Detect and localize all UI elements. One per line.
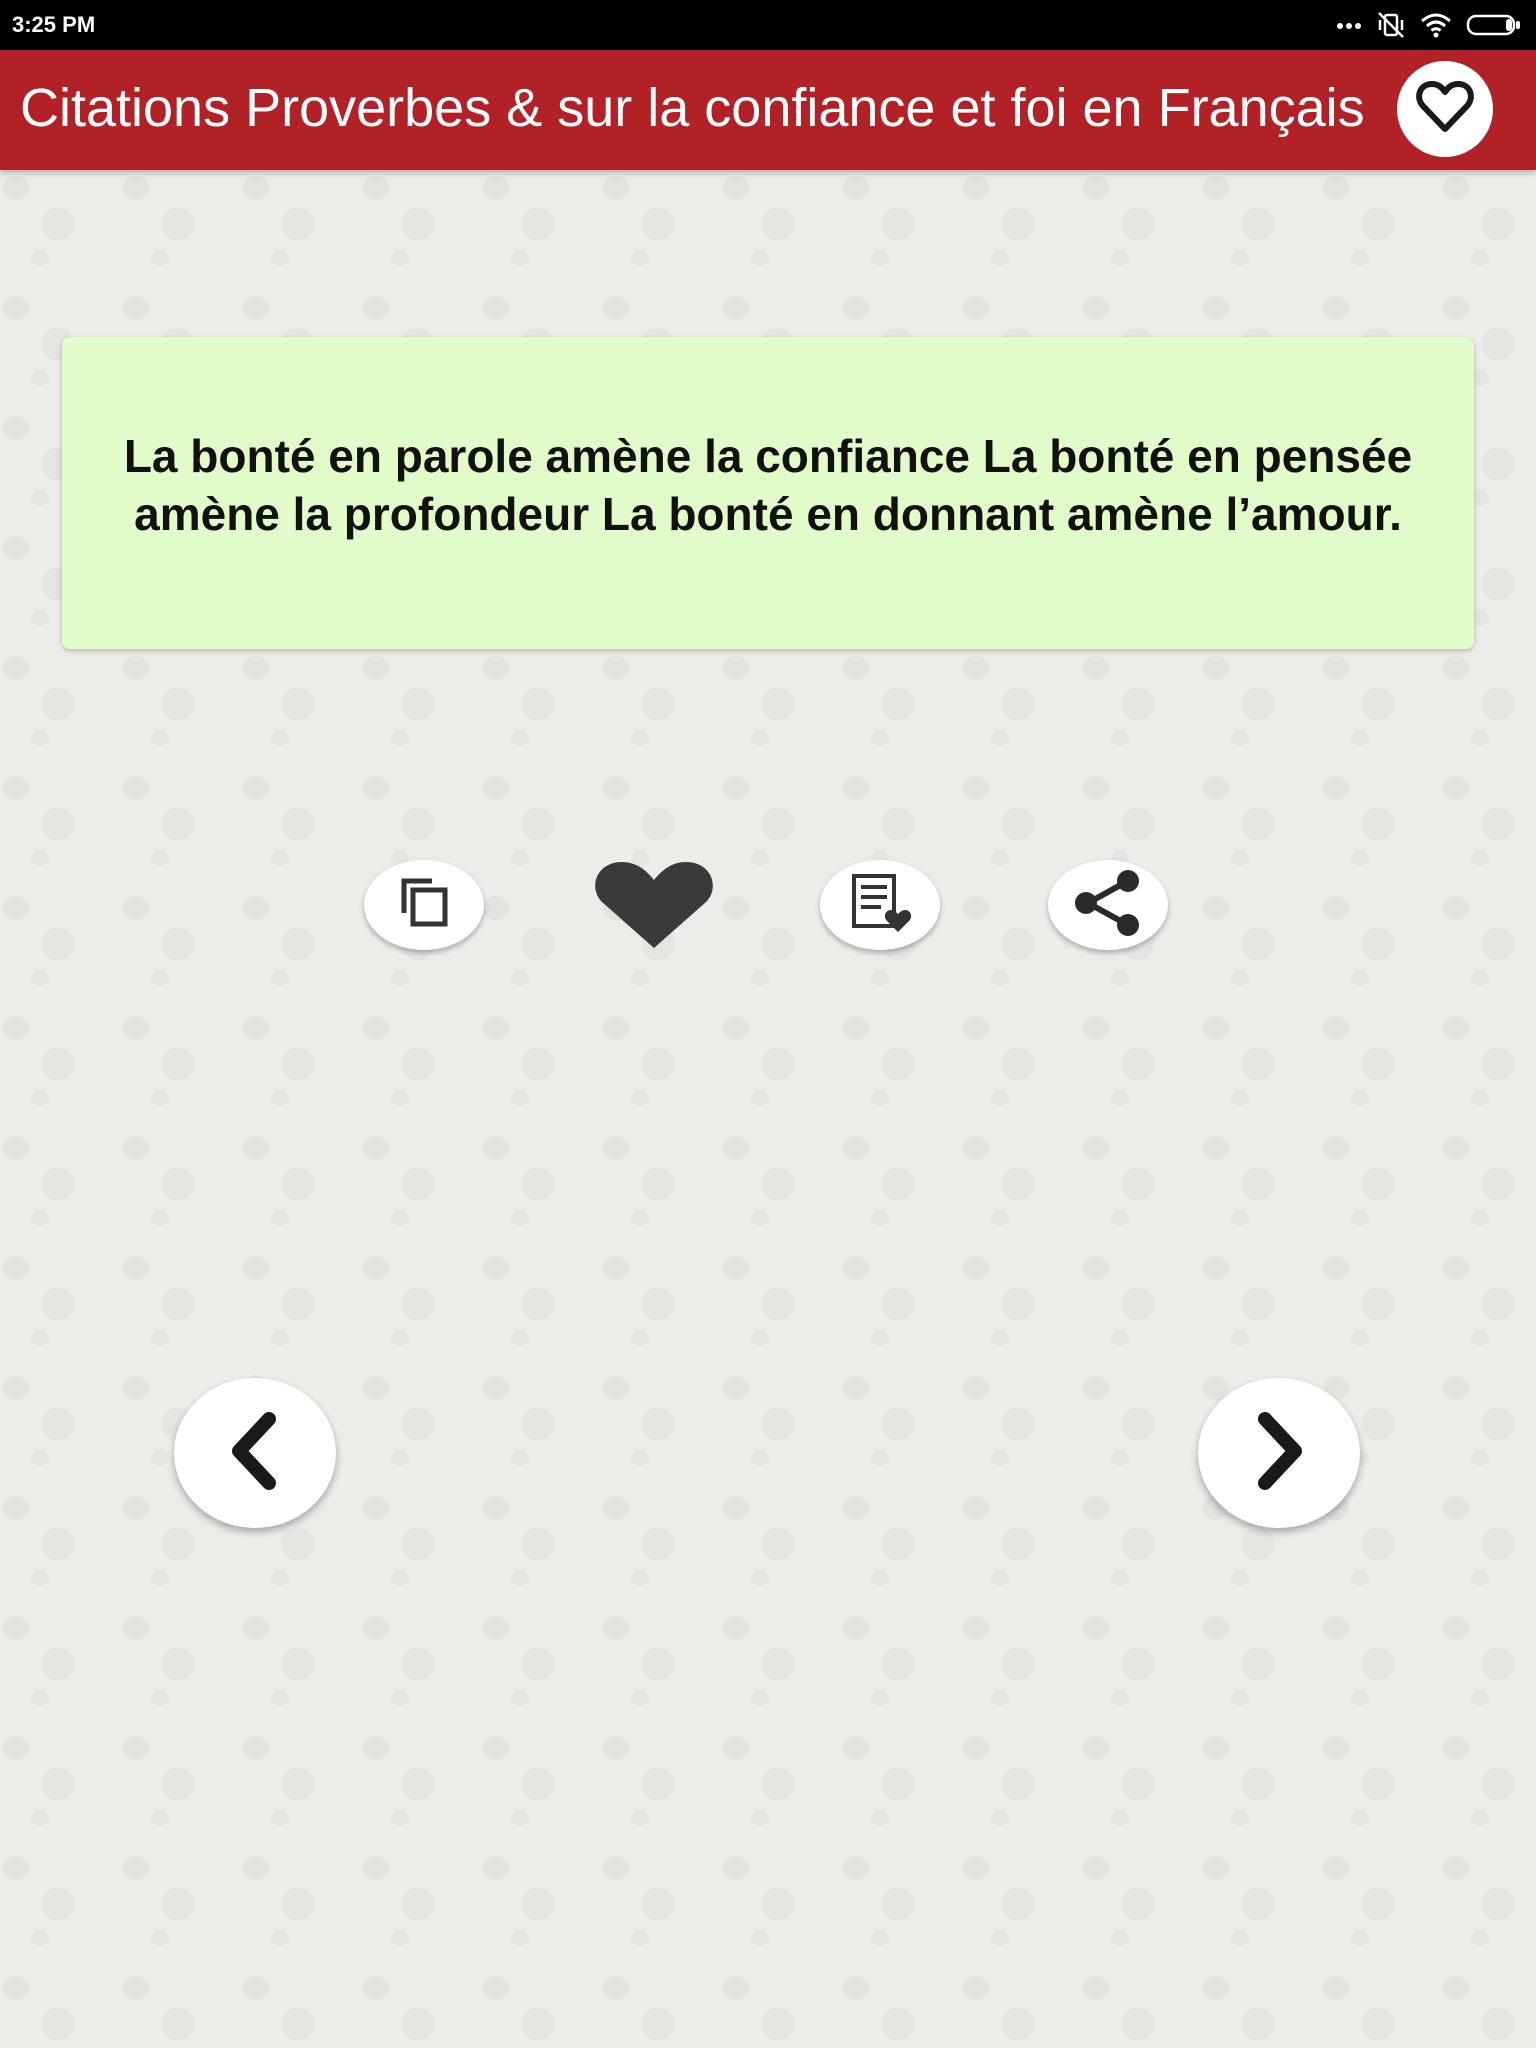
favorites-list-button[interactable] xyxy=(820,860,940,950)
share-icon xyxy=(1068,868,1148,943)
chevron-right-icon xyxy=(1249,1411,1309,1496)
heart-outline-icon xyxy=(1416,80,1474,138)
app-title: Citations Proverbes & sur la confiance e… xyxy=(20,78,1365,138)
battery-icon xyxy=(1466,13,1522,37)
previous-button[interactable] xyxy=(174,1378,336,1528)
copy-button[interactable] xyxy=(364,860,484,950)
favorite-button[interactable] xyxy=(589,857,719,957)
heart-filled-icon xyxy=(590,860,718,955)
favorites-button[interactable] xyxy=(1397,61,1493,157)
copy-icon xyxy=(394,873,454,938)
app-bar: Citations Proverbes & sur la confiance e… xyxy=(0,50,1536,170)
status-bar: 3:25 PM xyxy=(0,0,1536,50)
status-icons xyxy=(1336,10,1522,40)
list-heart-icon xyxy=(848,872,912,939)
quote-text: La bonté en parole amène la confiance La… xyxy=(123,430,1413,540)
status-time: 3:25 PM xyxy=(12,12,96,37)
more-dots-icon xyxy=(1336,20,1362,30)
vibrate-muted-icon xyxy=(1376,11,1406,39)
next-button[interactable] xyxy=(1198,1378,1360,1528)
wifi-icon xyxy=(1420,12,1452,38)
quote-card: La bonté en parole amène la confiance La… xyxy=(62,337,1474,649)
share-button[interactable] xyxy=(1048,860,1168,950)
chevron-left-icon xyxy=(225,1411,285,1496)
